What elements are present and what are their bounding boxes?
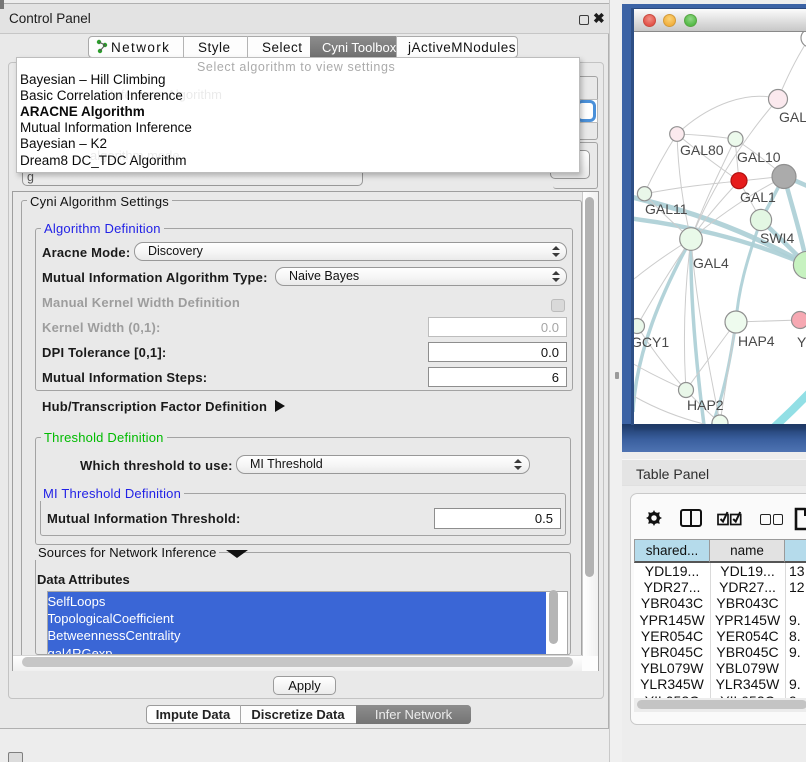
svg-text:GAL10: GAL10	[737, 149, 781, 165]
svg-text:GAL: GAL	[779, 109, 806, 125]
svg-text:SWI4: SWI4	[760, 230, 794, 246]
svg-text:GAL1: GAL1	[740, 189, 776, 205]
svg-text:HAP2: HAP2	[687, 397, 724, 413]
svg-text:GAL4: GAL4	[693, 255, 729, 271]
svg-text:GCY1: GCY1	[634, 334, 669, 350]
svg-text:HAP4: HAP4	[738, 333, 775, 349]
svg-text:GAL80: GAL80	[680, 142, 724, 158]
svg-text:Y: Y	[797, 334, 806, 350]
svg-text:GAL11: GAL11	[645, 201, 688, 217]
